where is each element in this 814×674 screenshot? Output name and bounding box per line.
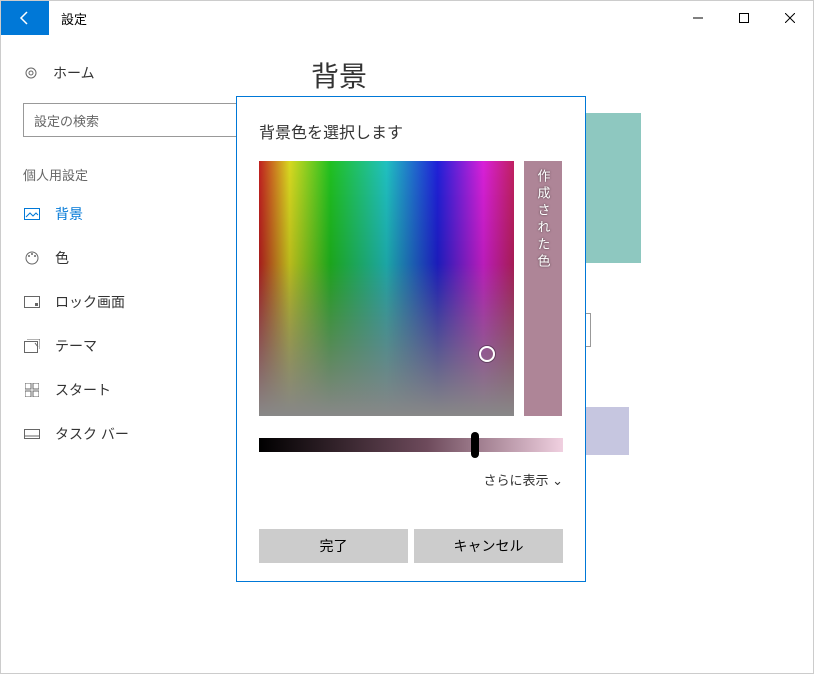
picker-title: 背景色を選択します [259, 119, 563, 143]
window-title: 設定 [49, 9, 675, 28]
chevron-down-icon: ⌄ [552, 473, 563, 488]
close-button[interactable] [767, 1, 813, 35]
created-color-label: 作成された色 [534, 169, 553, 271]
theme-icon [23, 339, 41, 353]
color-swatch[interactable] [581, 407, 629, 455]
search-placeholder: 設定の検索 [34, 111, 99, 130]
back-button[interactable] [1, 1, 49, 35]
window-controls [675, 1, 813, 35]
cancel-button[interactable]: キャンセル [414, 529, 563, 563]
home-link[interactable]: ホーム [1, 53, 281, 93]
color-picker-dialog: 背景色を選択します 作成された色 さらに表示 ⌄ 完了 キャンセル [236, 96, 586, 582]
nav-label: スタート [55, 380, 111, 400]
picture-icon [23, 208, 41, 220]
nav-label: 色 [55, 248, 69, 268]
spectrum-cursor[interactable] [479, 346, 495, 362]
page-title: 背景 [311, 55, 783, 95]
luminance-slider[interactable] [259, 438, 563, 452]
nav-label: 背景 [55, 204, 83, 224]
nav-label: テーマ [55, 336, 97, 356]
minimize-icon [693, 13, 703, 23]
start-icon [23, 383, 41, 397]
palette-icon [23, 250, 41, 266]
nav-label: ロック画面 [55, 292, 125, 312]
arrow-left-icon [17, 10, 33, 26]
nav-label: タスク バー [55, 424, 129, 444]
show-more-button[interactable]: さらに表示 ⌄ [259, 470, 563, 489]
color-spectrum[interactable] [259, 161, 514, 416]
luminance-thumb[interactable] [471, 432, 479, 458]
lock-screen-icon [23, 296, 41, 308]
created-color-preview: 作成された色 [524, 161, 562, 416]
titlebar: 設定 [1, 1, 813, 35]
gear-icon [23, 65, 39, 81]
close-icon [785, 13, 795, 23]
maximize-button[interactable] [721, 1, 767, 35]
home-label: ホーム [53, 63, 95, 83]
taskbar-icon [23, 429, 41, 439]
done-button[interactable]: 完了 [259, 529, 408, 563]
minimize-button[interactable] [675, 1, 721, 35]
maximize-icon [739, 13, 749, 23]
search-input[interactable]: 設定の検索 [23, 103, 267, 137]
